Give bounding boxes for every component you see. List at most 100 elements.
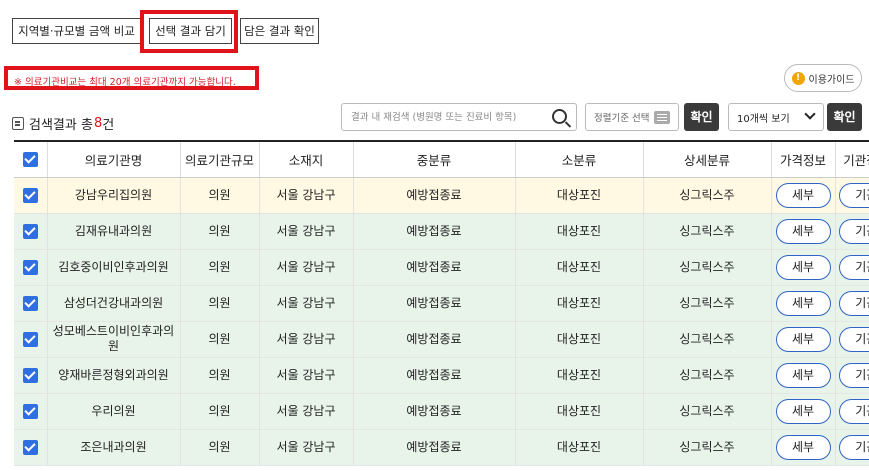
price-detail-button[interactable]: 세부: [775, 326, 831, 352]
cell-mid-category: 예방접종료: [353, 213, 516, 250]
cell-mid-category: 예방접종료: [353, 177, 516, 214]
price-detail-button[interactable]: 세부: [775, 182, 831, 208]
institution-info-button[interactable]: 기관: [838, 254, 869, 280]
cell-small-category: 대상포진: [515, 213, 644, 250]
cell-size: 의원: [180, 285, 260, 322]
select-all-checkbox[interactable]: [22, 152, 38, 168]
result-count-number: 8: [93, 116, 103, 131]
row-checkbox[interactable]: [22, 259, 38, 275]
row-checkbox[interactable]: [22, 187, 38, 203]
price-detail-button[interactable]: 세부: [775, 290, 831, 316]
column-header: 의료기관명: [47, 140, 181, 178]
price-detail-button[interactable]: 세부: [775, 254, 831, 280]
cell-hospital-name: 양재바른정형외과의원: [47, 357, 181, 394]
list-icon: [654, 110, 671, 124]
institution-info-button[interactable]: 기관: [838, 362, 869, 388]
sort-select-button[interactable]: 정렬기준 선택: [585, 103, 679, 131]
cell-size: 의원: [180, 249, 260, 286]
table-row: 성모베스트이비인후과의원 의원 서울 강남구 예방접종료 대상포진 싱그릭스주 …: [14, 321, 869, 358]
table-row: 김재유내과의원 의원 서울 강남구 예방접종료 대상포진 싱그릭스주 세부 기관: [14, 213, 869, 250]
cell-location: 서울 강남구: [259, 249, 354, 286]
cell-small-category: 대상포진: [515, 249, 644, 286]
document-icon: [12, 117, 24, 130]
tab-view-added-results[interactable]: 담은 결과 확인: [240, 18, 319, 44]
institution-info-button[interactable]: 기관: [838, 326, 869, 352]
chevron-down-icon: [804, 108, 816, 120]
price-detail-button[interactable]: 세부: [775, 218, 831, 244]
cell-location: 서울 강남구: [259, 213, 354, 250]
price-detail-button[interactable]: 세부: [775, 434, 831, 460]
table-row: 우리의원 의원 서울 강남구 예방접종료 대상포진 싱그릭스주 세부 기관: [14, 393, 869, 430]
cell-size: 의원: [180, 429, 260, 466]
cell-detail-category: 싱그릭스주: [643, 177, 772, 214]
cell-detail-category: 싱그릭스주: [643, 213, 772, 250]
cell-small-category: 대상포진: [515, 357, 644, 394]
column-header: 가격정보: [771, 140, 836, 178]
result-count: 검색결과 총8건: [12, 114, 114, 133]
cell-small-category: 대상포진: [515, 285, 644, 322]
cell-hospital-name: 김재유내과의원: [47, 213, 181, 250]
cell-size: 의원: [180, 393, 260, 430]
institution-info-button[interactable]: 기관: [838, 182, 869, 208]
table-row: 양재바른정형외과의원 의원 서울 강남구 예방접종료 대상포진 싱그릭스주 세부…: [14, 357, 869, 394]
sort-confirm-button[interactable]: 확인: [684, 103, 719, 131]
cell-size: 의원: [180, 177, 260, 214]
cell-detail-category: 싱그릭스주: [643, 429, 772, 466]
header-select-all[interactable]: [14, 140, 48, 178]
row-checkbox[interactable]: [22, 295, 38, 311]
tab-add-selected-results[interactable]: 선택 결과 담기: [149, 18, 232, 44]
institution-info-button[interactable]: 기관: [838, 434, 869, 460]
institution-info-button[interactable]: 기관: [838, 290, 869, 316]
cell-hospital-name: 조은내과의원: [47, 429, 181, 466]
cell-hospital-name: 삼성더건강내과의원: [47, 285, 181, 322]
table-row: 강남우리집의원 의원 서울 강남구 예방접종료 대상포진 싱그릭스주 세부 기관: [14, 177, 869, 214]
results-table: 의료기관명 의료기관규모 소재지 중분류 소분류 상세분류 가격정보 기관정보 …: [14, 140, 869, 466]
page-size-confirm-button[interactable]: 확인: [827, 103, 862, 131]
cell-small-category: 대상포진: [515, 177, 644, 214]
sort-button-label: 정렬기준 선택: [594, 113, 650, 124]
search-input[interactable]: [342, 104, 542, 130]
cell-detail-category: 싱그릭스주: [643, 357, 772, 394]
row-checkbox[interactable]: [22, 439, 38, 455]
cell-mid-category: 예방접종료: [353, 285, 516, 322]
price-detail-button[interactable]: 세부: [775, 398, 831, 424]
cell-detail-category: 싱그릭스주: [643, 393, 772, 430]
cell-hospital-name: 김호중이비인후과의원: [47, 249, 181, 286]
row-checkbox[interactable]: [22, 331, 38, 347]
cell-mid-category: 예방접종료: [353, 429, 516, 466]
cell-location: 서울 강남구: [259, 357, 354, 394]
cell-hospital-name: 강남우리집의원: [47, 177, 181, 214]
cell-mid-category: 예방접종료: [353, 321, 516, 358]
guide-button[interactable]: ! 이용가이드: [784, 64, 862, 92]
cell-mid-category: 예방접종료: [353, 249, 516, 286]
cell-location: 서울 강남구: [259, 393, 354, 430]
cell-small-category: 대상포진: [515, 321, 644, 358]
price-detail-button[interactable]: 세부: [775, 362, 831, 388]
result-suffix: 건: [102, 118, 115, 133]
cell-detail-category: 싱그릭스주: [643, 249, 772, 286]
page-size-value: 10개씩 보기: [737, 113, 790, 125]
cell-mid-category: 예방접종료: [353, 393, 516, 430]
row-checkbox[interactable]: [22, 223, 38, 239]
row-checkbox[interactable]: [22, 403, 38, 419]
cell-location: 서울 강남구: [259, 429, 354, 466]
table-row: 삼성더건강내과의원 의원 서울 강남구 예방접종료 대상포진 싱그릭스주 세부 …: [14, 285, 869, 322]
institution-info-button[interactable]: 기관: [838, 398, 869, 424]
cell-detail-category: 싱그릭스주: [643, 285, 772, 322]
search-box: [341, 103, 577, 131]
row-checkbox[interactable]: [22, 367, 38, 383]
column-header: 소분류: [515, 140, 644, 178]
cell-location: 서울 강남구: [259, 321, 354, 358]
cell-hospital-name: 우리의원: [47, 393, 181, 430]
column-header: 상세분류: [643, 140, 772, 178]
notice-text: ※ 의료기관비교는 최대 20개 의료기관까지 가능합니다.: [14, 77, 236, 88]
cell-location: 서울 강남구: [259, 285, 354, 322]
tab-region-size-compare[interactable]: 지역별·규모별 금액 비교: [12, 18, 141, 44]
institution-info-button[interactable]: 기관: [838, 218, 869, 244]
guide-button-label: 이용가이드: [808, 74, 855, 86]
page-size-select[interactable]: 10개씩 보기: [728, 103, 824, 131]
cell-small-category: 대상포진: [515, 429, 644, 466]
search-icon[interactable]: [552, 109, 567, 124]
column-header: 중분류: [353, 140, 516, 178]
table-row: 김호중이비인후과의원 의원 서울 강남구 예방접종료 대상포진 싱그릭스주 세부…: [14, 249, 869, 286]
